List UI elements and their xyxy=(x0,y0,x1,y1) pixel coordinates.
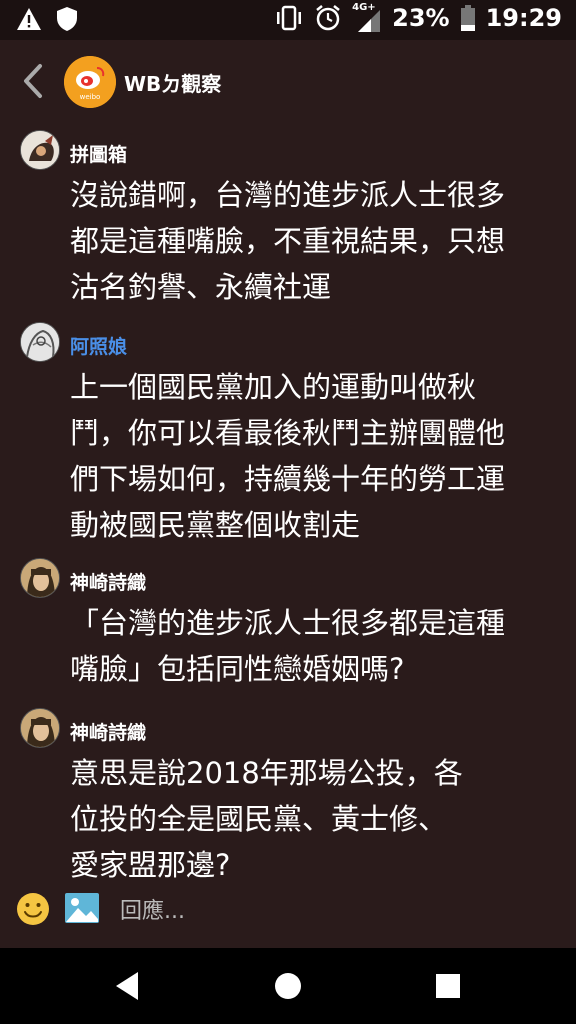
image-icon[interactable] xyxy=(64,892,100,924)
avatar[interactable] xyxy=(20,708,60,748)
comment-body: 「台灣的進步派人士很多都是這種 嘴臉」包括同性戀婚姻嗎? xyxy=(70,606,506,686)
channel-logo[interactable]: weibo xyxy=(64,56,116,108)
status-bar: 4G+ 23% 19:29 xyxy=(0,0,576,40)
app-header: weibo WBㄉ觀察 xyxy=(0,40,576,122)
navigation-bar xyxy=(0,948,576,1024)
avatar-portrait-icon xyxy=(21,709,59,747)
weibo-logo-icon: weibo xyxy=(64,56,116,108)
comment-author[interactable]: 神崎詩織 xyxy=(70,568,146,595)
comment-author[interactable]: 阿照娘 xyxy=(70,332,127,359)
avatar[interactable] xyxy=(20,322,60,362)
avatar-sketch-icon xyxy=(21,323,59,361)
vibrate-icon xyxy=(277,5,302,31)
page-title: WBㄉ觀察 xyxy=(124,72,222,96)
alarm-icon xyxy=(316,5,340,31)
shield-icon xyxy=(57,7,77,31)
battery-icon xyxy=(460,5,475,31)
avatar[interactable] xyxy=(20,558,60,598)
back-arrow-icon[interactable] xyxy=(18,62,48,100)
comment-author[interactable]: 神崎詩織 xyxy=(70,718,146,745)
comment-body: 沒說錯啊，台灣的進步派人士很多 都是這種嘴臉，不重視結果，只想 沽名釣譽、永續社… xyxy=(70,178,506,304)
clock: 19:29 xyxy=(485,4,562,32)
emoji-icon[interactable] xyxy=(16,892,50,926)
signal-icon xyxy=(358,10,381,32)
avatar[interactable] xyxy=(20,130,60,170)
warning-icon xyxy=(17,8,41,30)
comment-body: 上一個國民黨加入的運動叫做秋 鬥，你可以看最後秋鬥主辦團體他 們下場如何，持續幾… xyxy=(70,370,506,542)
reply-bar xyxy=(0,882,576,948)
battery-percent: 23% xyxy=(392,4,450,32)
nav-back-icon[interactable] xyxy=(108,966,148,1006)
comment-author[interactable]: 拼圖箱 xyxy=(70,140,127,167)
comment-body: 意思是說2018年那場公投，各 位投的全是國民黨、黃士修、 愛家盟那邊? xyxy=(70,756,463,882)
avatar-portrait-icon xyxy=(21,559,59,597)
nav-recents-icon[interactable] xyxy=(428,966,468,1006)
reply-input[interactable] xyxy=(120,894,540,928)
avatar-drawing-icon xyxy=(21,131,59,169)
comment-list: 拼圖箱 沒說錯啊，台灣的進步派人士很多 都是這種嘴臉，不重視結果，只想 沽名釣譽… xyxy=(0,122,576,882)
logo-text: weibo xyxy=(80,93,101,101)
nav-home-icon[interactable] xyxy=(268,966,308,1006)
